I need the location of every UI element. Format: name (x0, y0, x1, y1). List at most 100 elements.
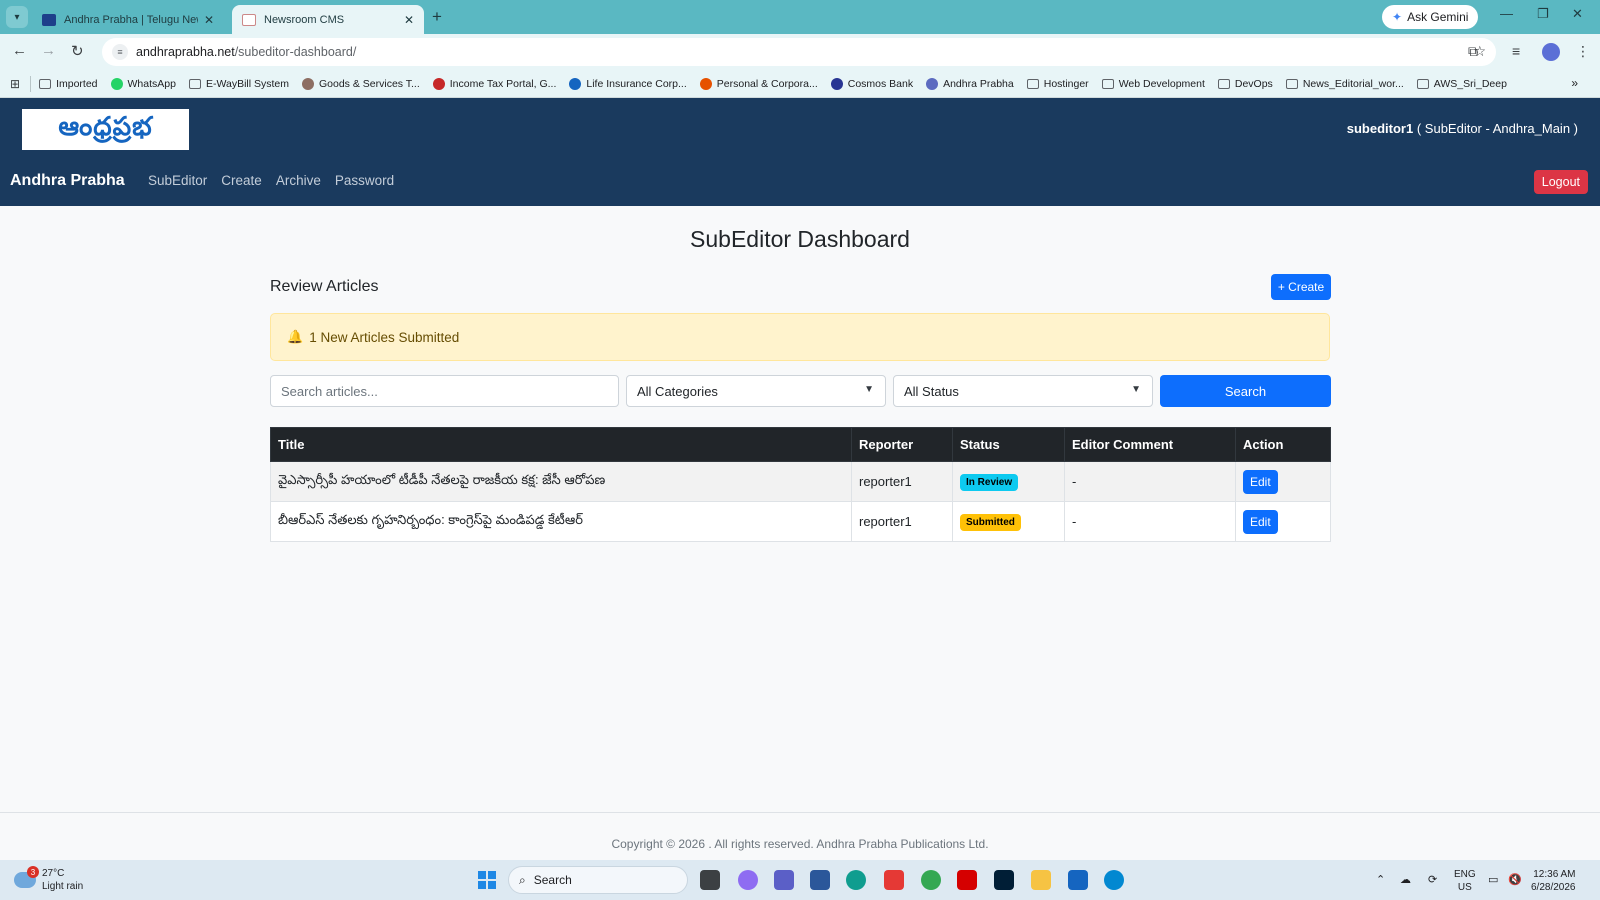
column-header-action: Action (1235, 427, 1331, 462)
weather-widget[interactable]: 3 27°C Light rain (14, 866, 83, 893)
category-selected-value: All Categories (637, 383, 718, 399)
system-clock[interactable]: 12:36 AM 6/28/2026 (1531, 868, 1576, 894)
edit-button[interactable]: Edit (1243, 469, 1278, 494)
bookmark-personal-corporate[interactable]: Personal & Corpora... (699, 77, 818, 90)
bookmark-hostinger[interactable]: Hostinger (1026, 78, 1089, 90)
nav-subeditor[interactable]: SubEditor (148, 173, 207, 188)
bookmark-label: DevOps (1234, 77, 1273, 90)
user-role: ( SubEditor - Andhra_Main ) (1416, 121, 1578, 136)
bookmark-label: Life Insurance Corp... (586, 77, 687, 90)
nav-password[interactable]: Password (335, 173, 394, 188)
windows-start-icon[interactable] (478, 871, 496, 889)
language-indicator[interactable]: ENG US (1454, 868, 1476, 894)
bookmark-news-editorial[interactable]: News_Editorial_wor... (1285, 78, 1404, 90)
column-header-reporter: Reporter (851, 427, 953, 462)
edit-button[interactable]: Edit (1243, 509, 1278, 534)
main-nav: SubEditor Create Archive Password (148, 173, 394, 188)
weather-cloud-icon: 3 (14, 866, 39, 888)
folder-icon (1026, 78, 1039, 89)
bookmark-income-tax[interactable]: Income Tax Portal, G... (432, 77, 556, 90)
window-close-icon[interactable]: ✕ (1572, 6, 1583, 22)
taskbar-search[interactable]: ⌕ Search (508, 866, 688, 894)
bookmarks-bar: ⊞ Imported WhatsApp E-WayBill System Goo… (0, 70, 1600, 98)
profile-avatar[interactable] (1542, 43, 1560, 61)
close-icon[interactable]: ✕ (404, 13, 414, 27)
status-select[interactable]: All Status ▼ (893, 375, 1153, 407)
logo-text: ఆంధ్రప్రభ (58, 111, 153, 142)
chrome-icon[interactable] (921, 870, 941, 890)
copilot-icon[interactable] (738, 870, 758, 890)
category-select[interactable]: All Categories ▼ (626, 375, 886, 407)
bookmark-imported[interactable]: Imported (39, 77, 98, 90)
extensions-puzzle-icon[interactable]: ⧉ (1468, 43, 1478, 60)
bookmark-label: Imported (56, 77, 98, 90)
ftp-client-icon[interactable] (1068, 870, 1088, 890)
andhra-prabha-favicon-icon (42, 13, 56, 26)
tab-search-chevron-icon[interactable]: ▾ (6, 6, 28, 28)
alert-text: 1 New Articles Submitted (309, 329, 460, 345)
reload-icon[interactable]: ↻ (71, 42, 84, 60)
edge-icon[interactable] (846, 870, 866, 890)
andhra-prabha-logo[interactable]: ఆంధ్రప్రభ (22, 109, 189, 150)
nav-archive[interactable]: Archive (276, 173, 321, 188)
article-status-cell: In Review (952, 461, 1065, 502)
bookmark-label: WhatsApp (127, 77, 176, 90)
article-title: వైఎస్సార్సీపీ హయాంలో టీడీపీ నేతలపై రాజకీ… (270, 461, 852, 502)
folder-icon (1416, 78, 1429, 89)
brand-name[interactable]: Andhra Prabha (10, 172, 125, 190)
task-view-icon[interactable] (700, 870, 720, 890)
column-header-status: Status (952, 427, 1065, 462)
browser-address-bar: ← → ↻ ≡ andhraprabha.net/subeditor-dashb… (0, 34, 1600, 70)
browser-tab-andhra-prabha[interactable]: Andhra Prabha | Telugu News D ✕ (32, 5, 224, 34)
sync-tray-icon[interactable]: ⟳ (1428, 873, 1437, 886)
search-articles-input[interactable] (270, 375, 619, 407)
bookmark-andhra-prabha[interactable]: Andhra Prabha (926, 77, 1014, 90)
article-status-cell: Submitted (952, 501, 1065, 542)
bookmark-whatsapp[interactable]: WhatsApp (110, 77, 176, 90)
browser-menu-icon[interactable]: ⋮ (1576, 43, 1590, 60)
volume-muted-icon[interactable]: 🔇 (1508, 873, 1522, 886)
create-article-button[interactable]: + Create (1271, 274, 1331, 300)
tab-title: Newsroom CMS (264, 13, 345, 26)
photoshop-icon[interactable] (994, 870, 1014, 890)
bookmark-aws[interactable]: AWS_Sri_Deep (1416, 78, 1507, 90)
yandex-icon[interactable] (957, 870, 977, 890)
display-icon[interactable]: ▭ (1488, 873, 1498, 886)
minimize-icon[interactable]: — (1500, 6, 1513, 21)
bookmark-cosmos-bank[interactable]: Cosmos Bank (830, 77, 913, 90)
bookmark-ewaybill[interactable]: E-WayBill System (188, 78, 289, 90)
sync-app-icon[interactable] (1104, 870, 1124, 890)
cloud-offline-icon[interactable]: ☁ (1400, 873, 1411, 886)
more-bookmarks-chevron-icon[interactable]: » (1571, 76, 1578, 90)
bookmark-gst[interactable]: Goods & Services T... (302, 77, 420, 90)
bookmark-web-development[interactable]: Web Development (1101, 77, 1205, 90)
bookmarks-divider (30, 75, 32, 92)
anydesk-icon[interactable] (884, 870, 904, 890)
media-controls-icon[interactable]: ≡ (1512, 43, 1520, 59)
search-button[interactable]: Search (1160, 375, 1331, 407)
browser-tab-newsroom-cms[interactable]: Newsroom CMS ✕ (232, 5, 424, 34)
file-explorer-icon[interactable] (1031, 870, 1051, 890)
teams-icon[interactable] (774, 870, 794, 890)
logout-button[interactable]: Logout (1533, 170, 1588, 194)
nav-create[interactable]: Create (221, 173, 262, 188)
back-arrow-icon[interactable]: ← (12, 42, 27, 59)
browser-tab-bar: ▾ Andhra Prabha | Telugu News D ✕ Newsro… (0, 0, 1600, 34)
ask-gemini-button[interactable]: ✦ Ask Gemini (1382, 5, 1479, 29)
forward-arrow-icon[interactable]: → (41, 42, 56, 59)
new-tab-plus-icon[interactable]: + (432, 7, 442, 27)
apps-grid-icon[interactable]: ⊞ (10, 77, 20, 91)
user-info: subeditor1 ( SubEditor - Andhra_Main ) (1347, 121, 1578, 136)
bell-icon: 🔔 (287, 329, 304, 344)
bookmark-label: Web Development (1118, 77, 1205, 90)
tray-chevron-up-icon[interactable]: ⌃ (1376, 873, 1385, 886)
restore-icon[interactable]: ❐ (1537, 6, 1549, 22)
article-action-cell: Edit (1235, 461, 1331, 502)
url-omnibox[interactable]: ≡ andhraprabha.net/subeditor-dashboard/ … (102, 38, 1496, 66)
microsoft-store-icon[interactable] (810, 870, 830, 890)
bookmark-lic[interactable]: Life Insurance Corp... (569, 77, 687, 90)
folder-icon (1217, 78, 1230, 89)
site-info-icon[interactable]: ≡ (112, 44, 128, 60)
bookmark-devops[interactable]: DevOps (1217, 77, 1273, 90)
close-icon[interactable]: ✕ (204, 13, 214, 27)
